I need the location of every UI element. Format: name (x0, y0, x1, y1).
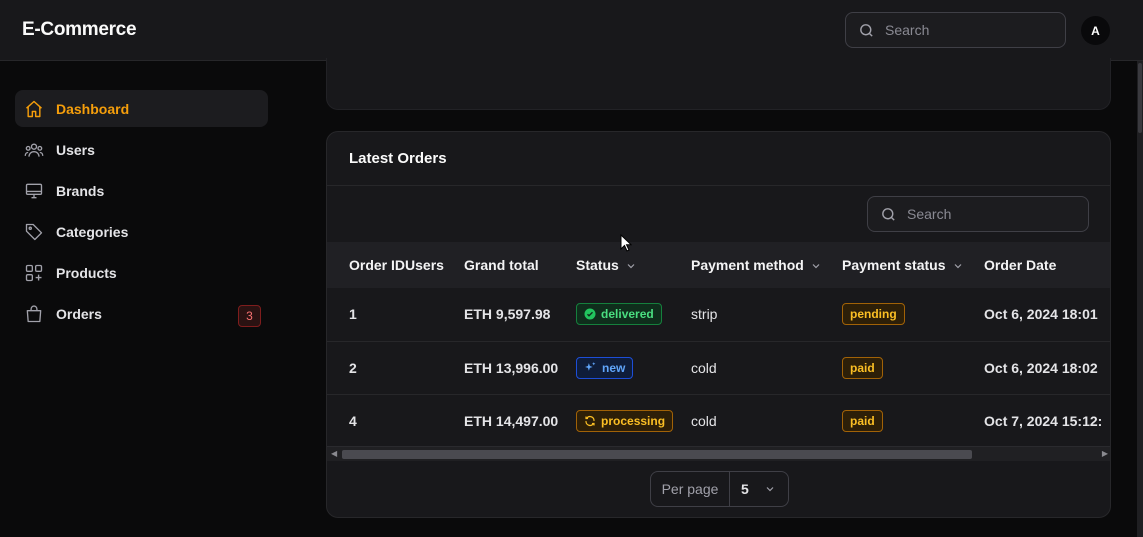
sidebar-item-products[interactable]: Products (15, 254, 268, 291)
chevron-down-icon (954, 264, 961, 269)
sidebar-item-label: Orders (56, 305, 102, 322)
status-badge: processing (576, 409, 674, 432)
orders-count-badge: 3 (238, 305, 261, 327)
page-scrollbar[interactable] (1137, 61, 1143, 537)
order-id: 1 (349, 306, 357, 323)
order-user (405, 341, 464, 394)
home-icon (23, 98, 45, 120)
sidebar-item-orders[interactable]: Orders 3 (15, 295, 268, 332)
search-icon (860, 23, 873, 37)
column-status[interactable]: Status (576, 242, 691, 288)
order-user (405, 288, 464, 341)
latest-orders-card: Latest Orders Order ID Users Grand total… (326, 131, 1111, 518)
order-total: ETH 14,497.00 (464, 412, 559, 429)
sidebar-item-label: Products (56, 264, 117, 281)
column-users[interactable]: Users (405, 242, 464, 288)
column-order-id[interactable]: Order ID (327, 242, 405, 288)
order-date: Oct 7, 2024 15:12: (984, 412, 1103, 429)
chevron-down-icon (766, 487, 774, 492)
table-row[interactable]: 4 ETH 14,497.00 processing cold paid Oct… (327, 394, 1110, 447)
per-page-control: Per page 5 (650, 471, 789, 507)
order-date: Oct 6, 2024 18:02 (984, 359, 1098, 376)
refresh-icon (585, 415, 595, 426)
table-row[interactable]: 2 ETH 13,996.00 new cold paid Oct 6, 202… (327, 341, 1110, 394)
users-icon (23, 139, 45, 161)
sidebar-item-users[interactable]: Users (15, 131, 268, 168)
order-user (405, 394, 464, 447)
status-badge: new (576, 356, 634, 379)
orders-table: Order ID Users Grand total Status Paymen… (327, 242, 1110, 447)
per-page-label: Per page (651, 472, 730, 506)
tag-icon (23, 221, 45, 243)
check-circle-icon (584, 308, 596, 320)
scrollbar-thumb[interactable] (342, 450, 972, 459)
orders-table-wrapper: Order ID Users Grand total Status Paymen… (327, 242, 1110, 447)
chevron-down-icon (812, 264, 820, 269)
order-total: ETH 13,996.00 (464, 359, 559, 376)
sidebar-item-brands[interactable]: Brands (15, 172, 268, 209)
payment-method: strip (691, 306, 718, 323)
sidebar-item-label: Users (56, 141, 95, 158)
column-payment-status[interactable]: Payment status (842, 242, 984, 288)
order-id: 4 (349, 412, 357, 429)
payment-method: cold (691, 412, 717, 429)
order-total: ETH 9,597.98 (464, 306, 551, 323)
table-search[interactable] (867, 196, 1089, 232)
table-horizontal-scrollbar[interactable]: ◀ ▶ (327, 446, 1110, 461)
divider (327, 185, 1110, 186)
dashboard-widget-panel (326, 58, 1111, 110)
order-id: 2 (349, 359, 357, 376)
monitor-icon (23, 180, 45, 202)
column-payment-method[interactable]: Payment method (691, 242, 842, 288)
table-search-input[interactable] (907, 206, 1057, 222)
table-row[interactable]: 1 ETH 9,597.98 delivered strip pending O… (327, 288, 1110, 341)
scroll-left-icon[interactable]: ◀ (331, 449, 337, 458)
sparkles-icon (585, 362, 596, 371)
sidebar-item-label: Dashboard (56, 100, 130, 117)
avatar[interactable]: A (1081, 16, 1110, 45)
global-search[interactable] (845, 12, 1066, 48)
card-title: Latest Orders (349, 150, 447, 167)
status-badge: delivered (576, 303, 662, 326)
column-order-date[interactable]: Order Date (984, 242, 1110, 288)
payment-method: cold (691, 359, 717, 376)
global-search-input[interactable] (885, 22, 1035, 38)
grid-plus-icon (23, 262, 45, 284)
mouse-cursor-icon (620, 234, 632, 252)
order-date: Oct 6, 2024 18:01 (984, 306, 1098, 323)
chevron-down-icon (627, 264, 635, 269)
sidebar-item-categories[interactable]: Categories (15, 213, 268, 250)
sidebar-item-label: Brands (56, 182, 105, 199)
column-grand-total[interactable]: Grand total (464, 242, 576, 288)
sidebar-item-label: Categories (56, 223, 129, 240)
search-icon (882, 207, 895, 221)
table-header-row: Order ID Users Grand total Status Paymen… (327, 242, 1110, 288)
payment-status-badge: paid (842, 409, 883, 432)
app-title[interactable]: E-Commerce (22, 19, 137, 41)
per-page-select[interactable]: 5 (730, 481, 788, 497)
payment-status-badge: paid (842, 356, 883, 379)
payment-status-badge: pending (842, 303, 905, 326)
top-bar: E-Commerce A (0, 0, 1143, 61)
sidebar-item-dashboard[interactable]: Dashboard (15, 90, 268, 127)
scroll-right-icon[interactable]: ▶ (1102, 449, 1108, 458)
sidebar: Dashboard Users Brands Categories Produc… (15, 90, 268, 336)
shopping-bag-icon (23, 303, 45, 325)
